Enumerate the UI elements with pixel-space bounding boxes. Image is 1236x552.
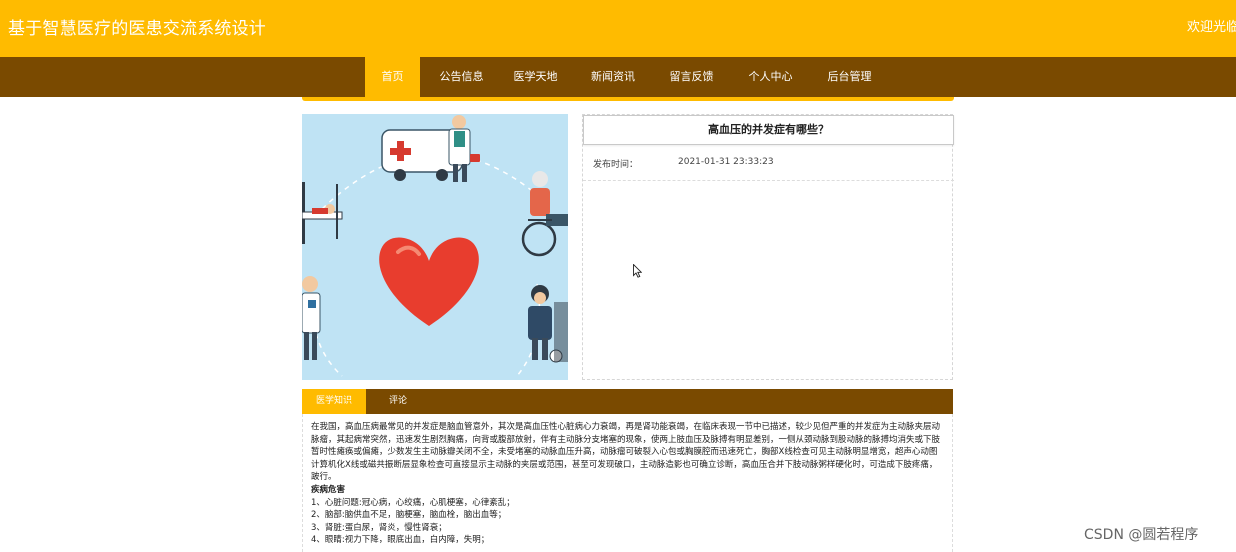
article-image [302, 114, 568, 380]
article-body: 在我国，高血压病最常见的并发症是脑血管意外，其次是高血压性心脏病心力衰竭，再是肾… [302, 414, 953, 552]
csdn-watermark: CSDN @圆若程序 [1084, 527, 1199, 543]
doctor-icon [528, 285, 568, 363]
list-item: 4、眼睛:视力下降，眼底出血，白内障，失明； [311, 535, 490, 546]
article-info-panel: 高血压的并发症有哪些？ 发布时间： 2021-01-31 23:33:23 [582, 114, 954, 380]
nav-item-feedback[interactable]: 留言反馈 [658, 57, 725, 97]
nurse-icon [302, 276, 321, 360]
nav-item-admin[interactable]: 后台管理 [816, 57, 883, 97]
publish-time-row: 发布时间： 2021-01-31 23:33:23 [583, 145, 954, 181]
welcome-text: 欢迎光临 [1187, 20, 1236, 35]
publish-time-value: 2021-01-31 23:33:23 [678, 157, 774, 167]
nav-item-personal-center[interactable]: 个人中心 [725, 57, 816, 97]
wheelchair-icon [521, 171, 568, 257]
nav-item-news[interactable]: 新闻资讯 [568, 57, 658, 97]
heart-icon [379, 237, 479, 326]
mouse-cursor-icon [633, 264, 642, 278]
hospital-bed-icon [302, 182, 343, 244]
section-subheading: 疾病危害 [311, 484, 346, 495]
nav-item-announcements[interactable]: 公告信息 [420, 57, 503, 97]
article-paragraph: 在我国，高血压病最常见的并发症是脑血管意外，其次是高血压性心脏病心力衰竭，再是肾… [311, 422, 941, 483]
doctor-icon [448, 115, 480, 182]
article-title: 高血压的并发症有哪些？ [583, 115, 954, 145]
nav-item-home[interactable]: 首页 [365, 57, 420, 97]
accent-strip [302, 97, 954, 101]
nav-item-medical-world[interactable]: 医学天地 [503, 57, 568, 97]
top-header: 基于智慧医疗的医患交流系统设计 欢迎光临 [0, 0, 1236, 57]
list-item: 3、肾脏:蛋白尿，肾炎，慢性肾衰； [311, 522, 447, 533]
list-item: 2、脑部:脑供血不足，脑梗塞，脑血栓，脑出血等； [311, 510, 507, 521]
tab-medical-knowledge[interactable]: 医学知识 [302, 389, 366, 414]
main-nav: 首页 公告信息 医学天地 新闻资讯 留言反馈 个人中心 后台管理 [0, 57, 1236, 97]
publish-time-label: 发布时间： [593, 160, 639, 170]
site-title: 基于智慧医疗的医患交流系统设计 [8, 19, 266, 39]
list-item: 1、心脏问题:冠心病，心绞痛，心肌梗塞，心律紊乱； [311, 497, 515, 508]
content-tabs: 医学知识 评论 [302, 389, 953, 414]
tab-comments[interactable]: 评论 [366, 389, 430, 414]
